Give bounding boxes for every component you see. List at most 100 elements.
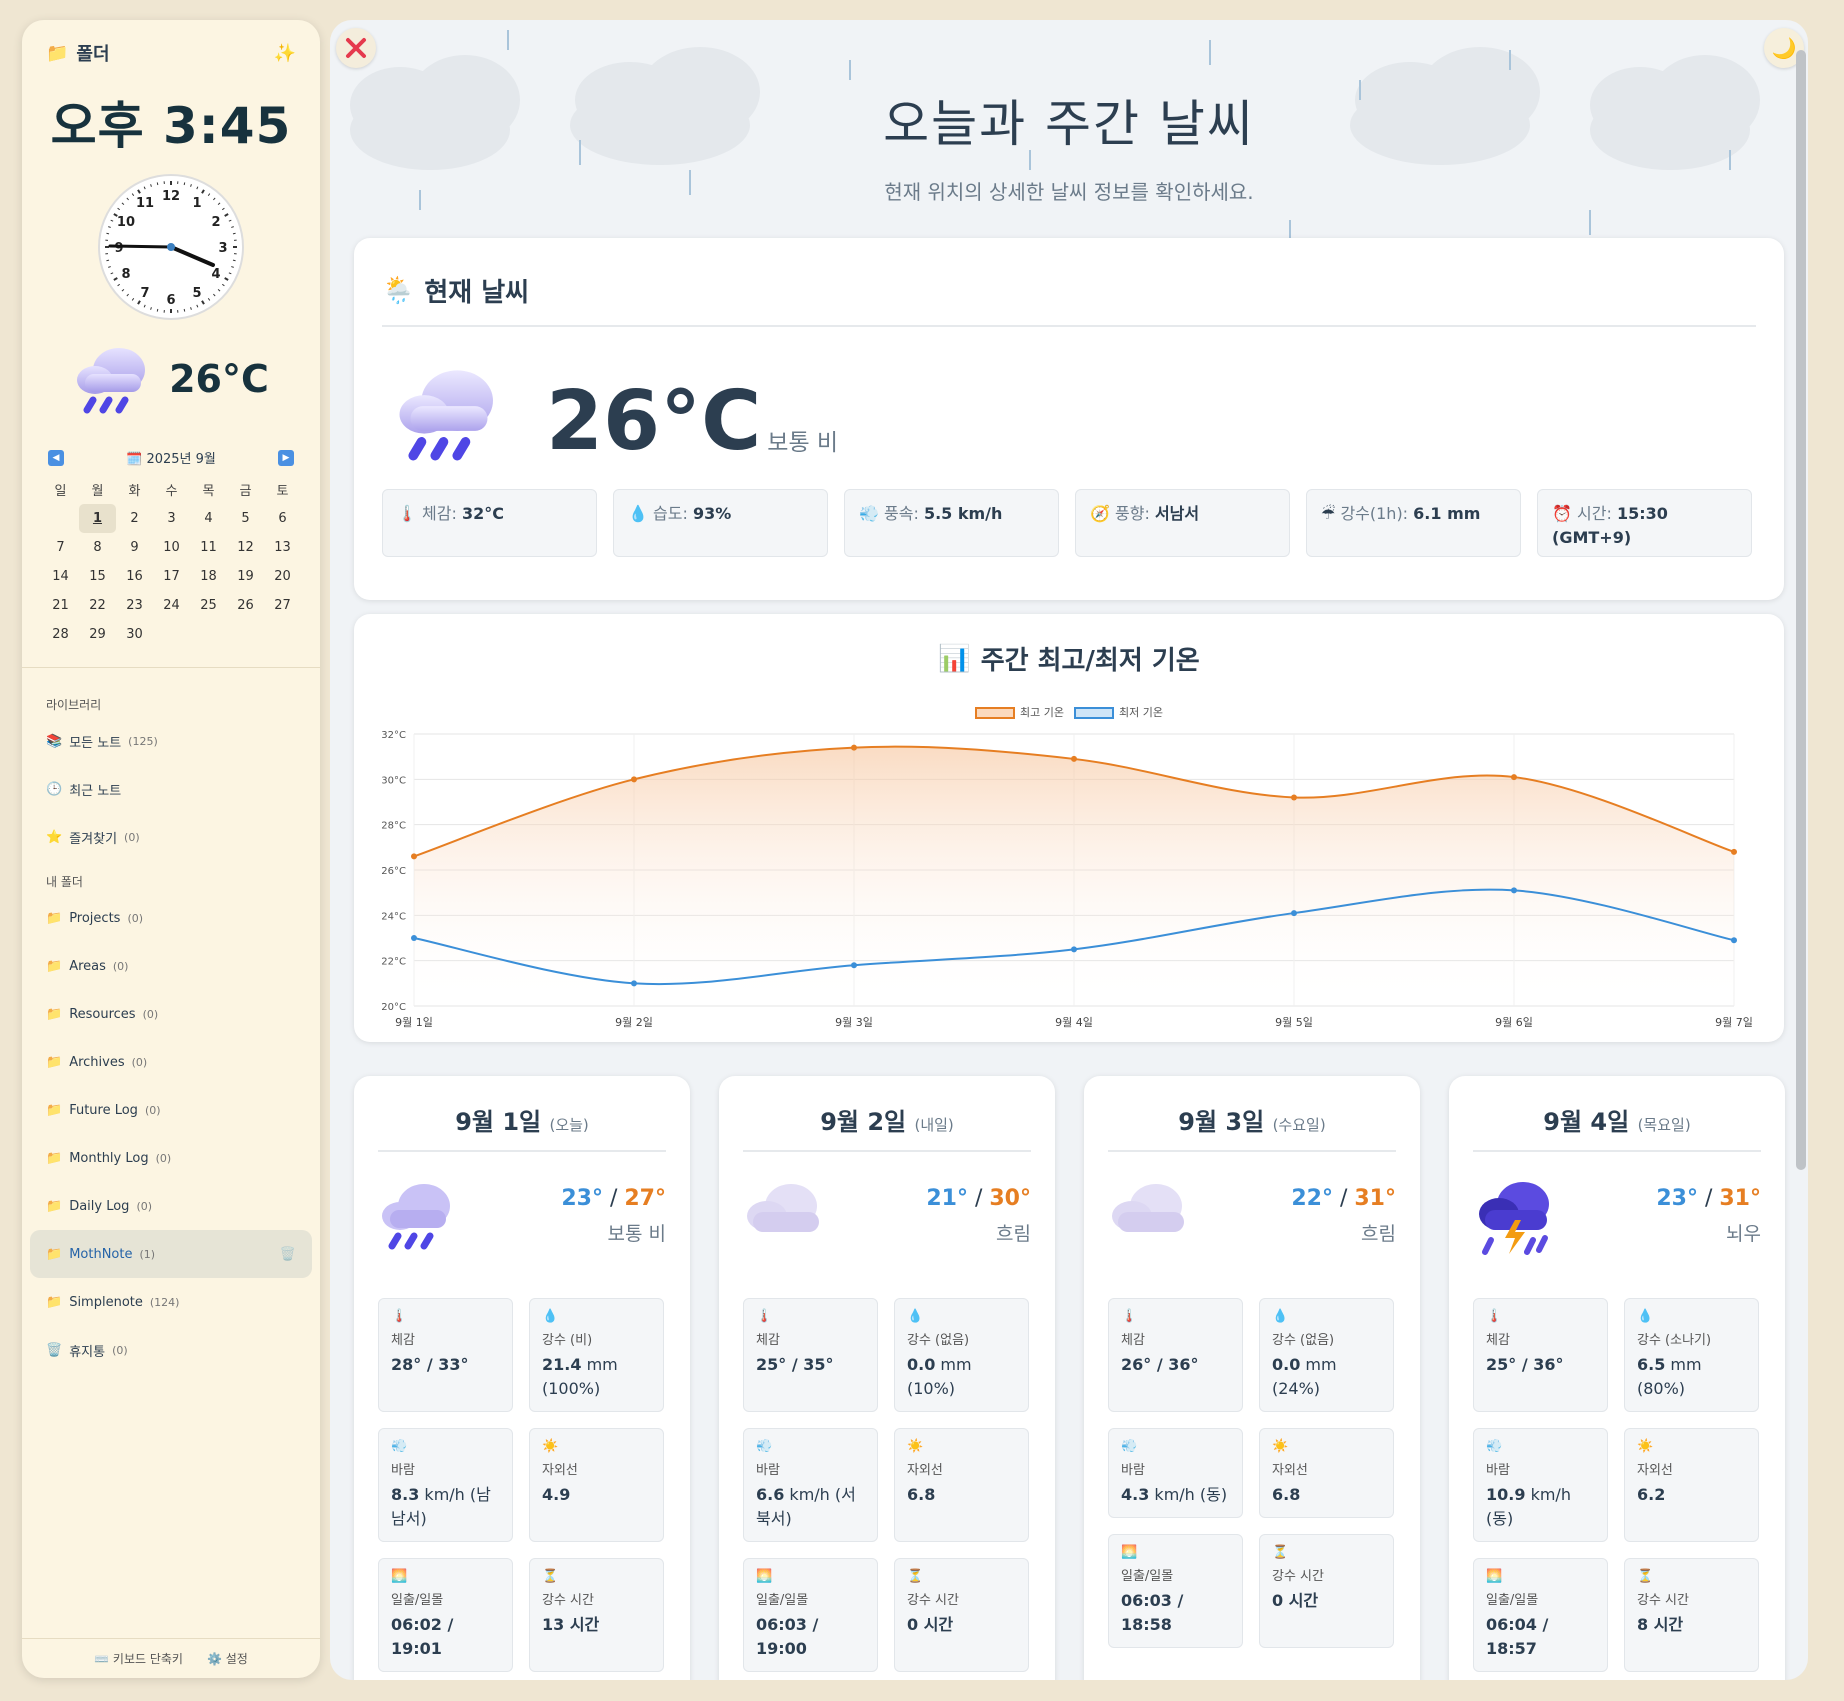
scrollbar[interactable] — [1796, 50, 1806, 1170]
calendar-day[interactable]: 9 — [116, 533, 153, 562]
high-temp-point[interactable] — [1731, 848, 1737, 855]
digital-clock: 오후 3:45 — [50, 97, 292, 155]
calendar-day[interactable]: 18 — [190, 562, 227, 591]
x-tick-label: 9월 1일 — [395, 1015, 433, 1029]
library-item-icon: 📚 — [46, 733, 63, 749]
calendar-day[interactable]: 27 — [264, 591, 301, 620]
low-temp-point[interactable] — [411, 935, 417, 941]
calendar-day[interactable]: 20 — [264, 562, 301, 591]
low-temp-point[interactable] — [1291, 910, 1297, 917]
folder-item-resources[interactable]: 📁 Resources (0) — [22, 990, 320, 1038]
detail-icon: ⏳ — [1272, 1545, 1289, 1560]
folder-item-휴지통[interactable]: 🗑️ 휴지통 (0) — [22, 1326, 320, 1374]
high-temp-point[interactable] — [631, 776, 637, 783]
high-temp-point[interactable] — [1291, 794, 1297, 801]
calendar-day[interactable]: 22 — [79, 591, 116, 620]
y-tick-label: 28°C — [381, 821, 406, 832]
low-temp-point[interactable] — [1731, 937, 1737, 944]
forecast-date: 9월 3일 (수요일) — [1108, 1102, 1396, 1152]
folder-icon: 📁 — [46, 910, 63, 926]
sparkle-icon[interactable]: ✨ — [274, 43, 296, 64]
folder-item-mothnote[interactable]: 📁 MothNote (1) 🗑️ — [30, 1230, 312, 1278]
calendar-day[interactable]: 3 — [153, 504, 190, 533]
forecast-relative-day: (목요일) — [1637, 1116, 1691, 1134]
calendar-day[interactable]: 15 — [79, 562, 116, 591]
calendar-dow: 월 — [91, 484, 104, 499]
folder-item-future-log[interactable]: 📁 Future Log (0) — [22, 1086, 320, 1134]
high-temp-point[interactable] — [1511, 774, 1517, 781]
folder-item-projects[interactable]: 📁 Projects (0) — [22, 894, 320, 942]
low-temp-point[interactable] — [1071, 946, 1077, 953]
calendar-day[interactable]: 6 — [264, 504, 301, 533]
detail-icon: ☀️ — [542, 1439, 559, 1454]
current-detail: 🧭 풍향: 서남서 — [1075, 489, 1290, 557]
folder-icon: 📁 — [46, 1198, 63, 1214]
calendar-day[interactable]: 30 — [116, 620, 153, 649]
calendar: ◀ 🗓️ 2025년 9월 ▶ 일 월 화 수 목 금 토 1 2 3 4 5 6 7 8 9 10 11 12 13… — [22, 448, 320, 649]
detail-value: 06:03 / 18:58 — [1121, 1589, 1230, 1637]
folder-item-daily-log[interactable]: 📁 Daily Log (0) — [22, 1182, 320, 1230]
x-tick-label: 9월 5일 — [1275, 1015, 1313, 1029]
calendar-day[interactable]: 4 — [190, 504, 227, 533]
calendar-day[interactable]: 10 — [153, 533, 190, 562]
settings-button[interactable]: ⚙️ 설정 — [207, 1650, 248, 1667]
high-temp-point[interactable] — [411, 853, 417, 860]
calendar-day[interactable]: 25 — [190, 591, 227, 620]
calendar-day[interactable]: 2 — [116, 504, 153, 533]
calendar-day[interactable]: 21 — [42, 591, 79, 620]
next-month-button[interactable]: ▶ — [278, 449, 294, 466]
forecast-details: 🌡️ 체감 26° / 36° 💧 강수 (없음) 0.0 mm (24%) 💨 바람 4.3 … — [1108, 1298, 1396, 1648]
keyboard-shortcuts-button[interactable]: ⌨️ 키보드 단축키 — [94, 1650, 183, 1667]
forecast-detail-cell: 🌅 일출/일몰 06:03 / 18:58 — [1108, 1534, 1243, 1648]
detail-value: 25° / 35° — [756, 1353, 865, 1377]
forecast-detail-cell: 🌡️ 체감 25° / 36° — [1473, 1298, 1608, 1412]
library-item[interactable]: 📚 모든 노트 (125) — [22, 717, 320, 765]
prev-month-button[interactable]: ◀ — [48, 449, 64, 466]
low-temp-point[interactable] — [631, 980, 637, 987]
high-temp-point[interactable] — [851, 744, 857, 751]
calendar-day[interactable]: 16 — [116, 562, 153, 591]
calendar-day[interactable]: 29 — [79, 620, 116, 649]
calendar-day[interactable]: 23 — [116, 591, 153, 620]
detail-value: 06:03 / 19:00 — [756, 1613, 865, 1661]
library-item-label: 즐겨찾기 — [69, 831, 118, 847]
folder-item-monthly-log[interactable]: 📁 Monthly Log (0) — [22, 1134, 320, 1182]
detail-label: 강수 시간 — [542, 1593, 594, 1608]
low-temp-point[interactable] — [851, 962, 857, 969]
calendar-day[interactable]: 1 — [79, 504, 116, 533]
calendar-day[interactable]: 11 — [190, 533, 227, 562]
folder-item-archives[interactable]: 📁 Archives (0) — [22, 1038, 320, 1086]
slash: / — [602, 1186, 625, 1211]
calendar-day[interactable]: 19 — [227, 562, 264, 591]
calendar-day[interactable]: 26 — [227, 591, 264, 620]
forecast-date-label: 9월 2일 — [820, 1108, 907, 1136]
detail-label: 체감: — [422, 504, 457, 523]
calendar-day[interactable]: 17 — [153, 562, 190, 591]
calendar-day[interactable]: 13 — [264, 533, 301, 562]
library-item[interactable]: ⭐ 즐겨찾기 (0) — [22, 813, 320, 861]
sidebar: 📁 폴더 ✨ 오후 3:45 1 2 3 4 5 6 7 8 9 10 11 12 26°C ◀ 🗓️ … — [22, 20, 320, 1678]
weather-icon: 🌦️ — [382, 275, 415, 306]
high-temp-point[interactable] — [1071, 755, 1077, 762]
calendar-day[interactable]: 12 — [227, 533, 264, 562]
folder-icon: 📁 — [46, 1246, 63, 1262]
low-temp-point[interactable] — [1511, 887, 1517, 894]
folder-item-simplenote[interactable]: 📁 Simplenote (124) — [22, 1278, 320, 1326]
calendar-day[interactable]: 28 — [42, 620, 79, 649]
sidebar-temp: 26°C — [169, 357, 269, 401]
weekly-temp-chart-card: 📊 주간 최고/최저 기온 최고 기온 최저 기온 20°C 22°C 24°C 26°… — [354, 614, 1784, 1042]
detail-value-main: 6.8 — [907, 1485, 936, 1504]
detail-value-main: 0 시간 — [907, 1615, 954, 1634]
delete-folder-icon[interactable]: 🗑️ — [280, 1247, 296, 1262]
calendar-day[interactable]: 8 — [79, 533, 116, 562]
calendar-day[interactable]: 24 — [153, 591, 190, 620]
calendar-day[interactable]: 14 — [42, 562, 79, 591]
calendar-day[interactable]: 7 — [42, 533, 79, 562]
forecast-detail-cell: 💨 바람 10.9 km/h (동) — [1473, 1428, 1608, 1542]
folder-item-areas[interactable]: 📁 Areas (0) — [22, 942, 320, 990]
calendar-day[interactable]: 5 — [227, 504, 264, 533]
current-weather-card: 🌦️ 현재 날씨 26°C 보통 비 🌡️ 체감: 32°C 💧 습도: 93% 💨 … — [354, 238, 1784, 600]
library-item[interactable]: 🕒 최근 노트 — [22, 765, 320, 813]
detail-value-main: 13 시간 — [542, 1615, 600, 1634]
close-button[interactable] — [336, 28, 376, 68]
